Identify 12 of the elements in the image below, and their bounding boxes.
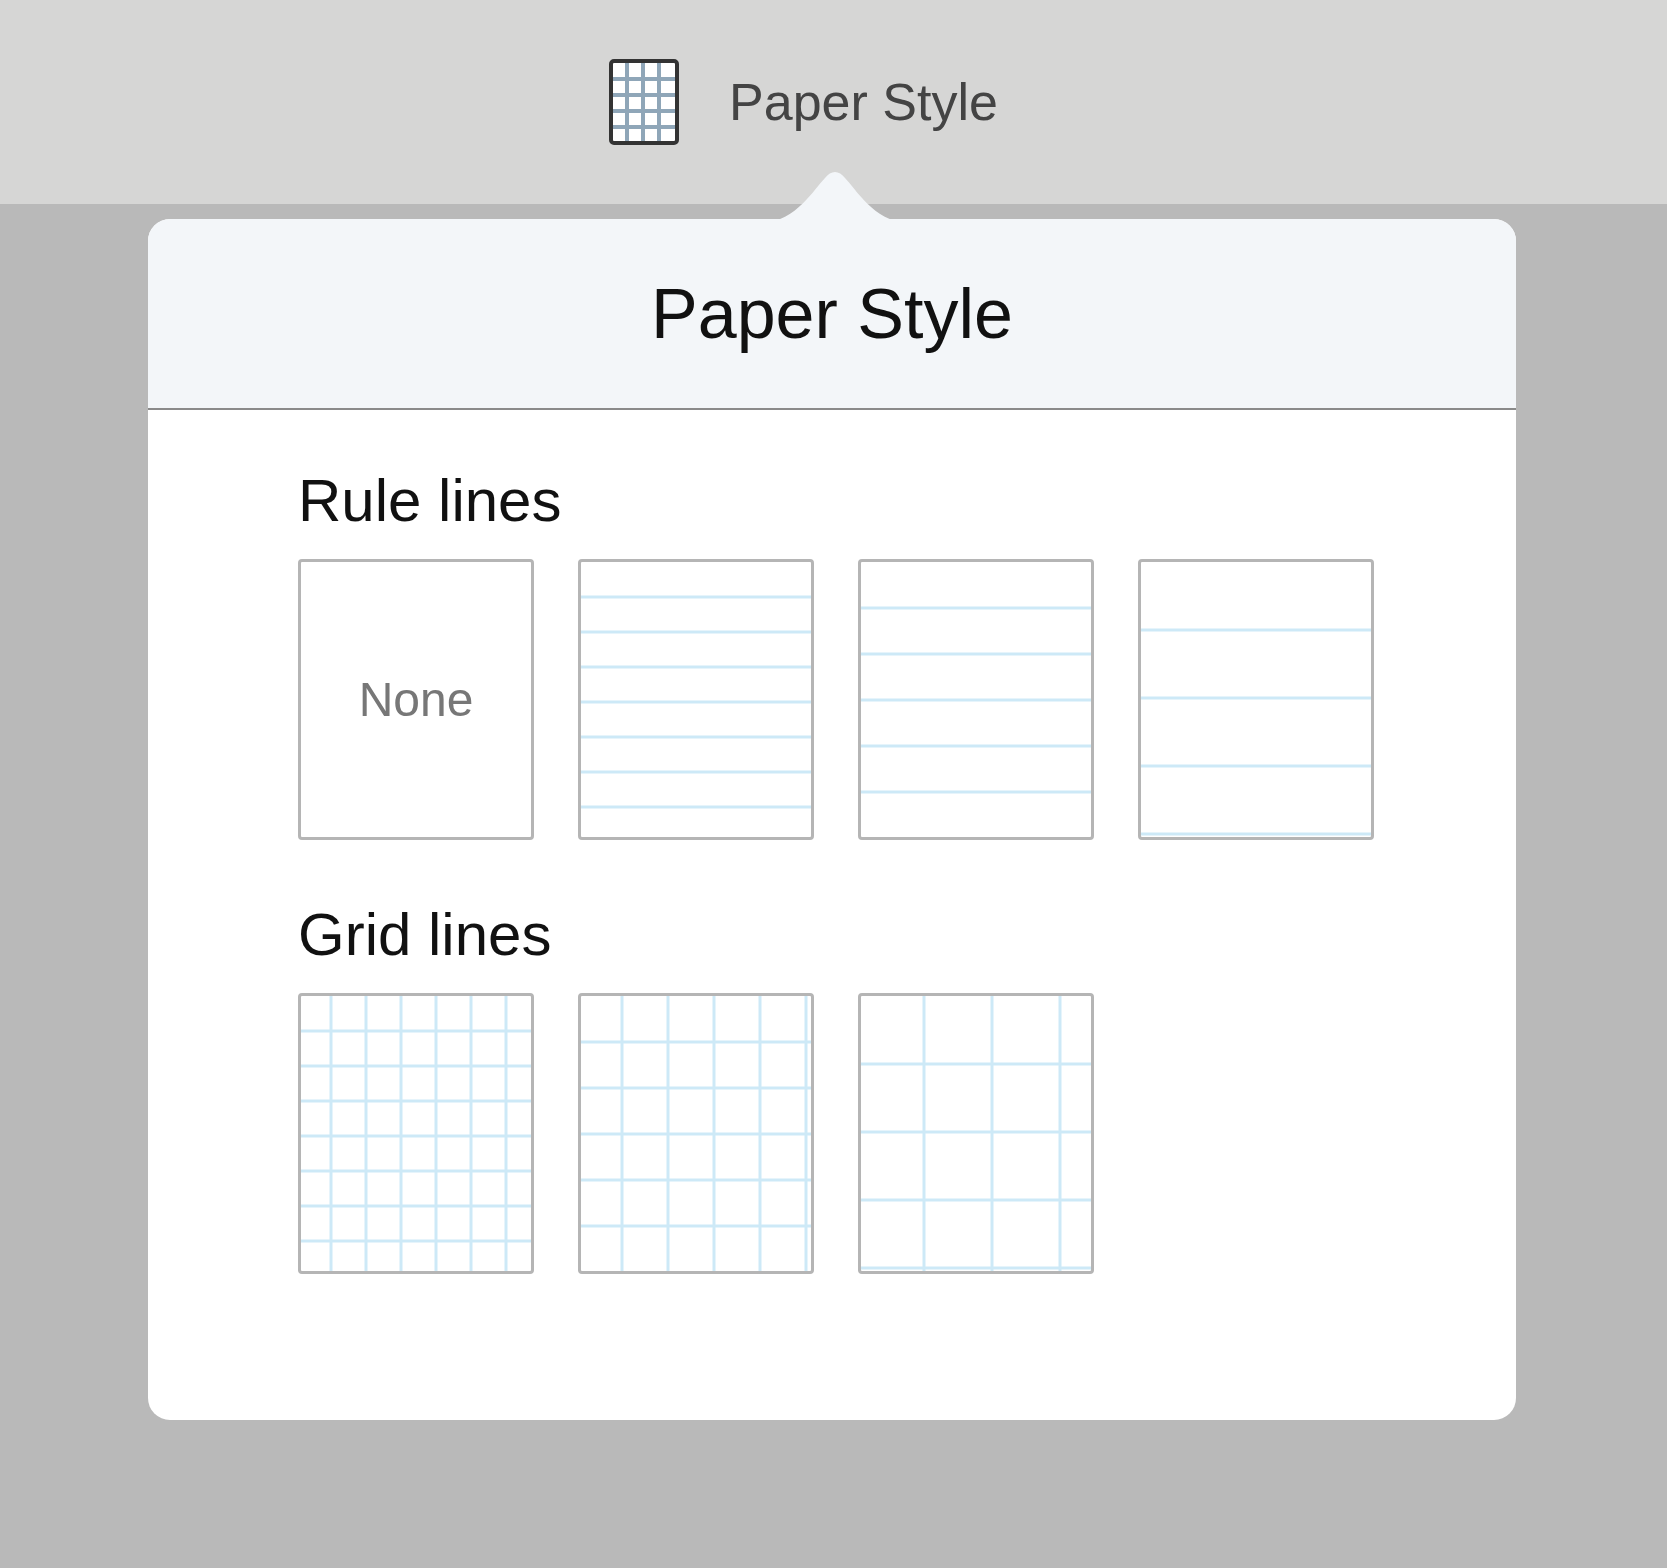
grid-icon[interactable] (609, 59, 680, 145)
grid-paper-option[interactable] (298, 993, 534, 1274)
grid-paper-option[interactable] (858, 993, 1094, 1274)
section-title: Rule lines (298, 466, 563, 535)
toolbar-title: Paper Style (729, 72, 998, 132)
ruled-paper-option[interactable] (1138, 559, 1374, 840)
grid-paper-option[interactable] (578, 993, 814, 1274)
ruled-paper-option[interactable] (578, 559, 814, 840)
popover-title: Paper Style (651, 273, 1013, 354)
ruled-paper-option[interactable] (858, 559, 1094, 840)
plain-paper-option[interactable]: None (298, 559, 534, 840)
section-title: Grid lines (298, 900, 553, 969)
